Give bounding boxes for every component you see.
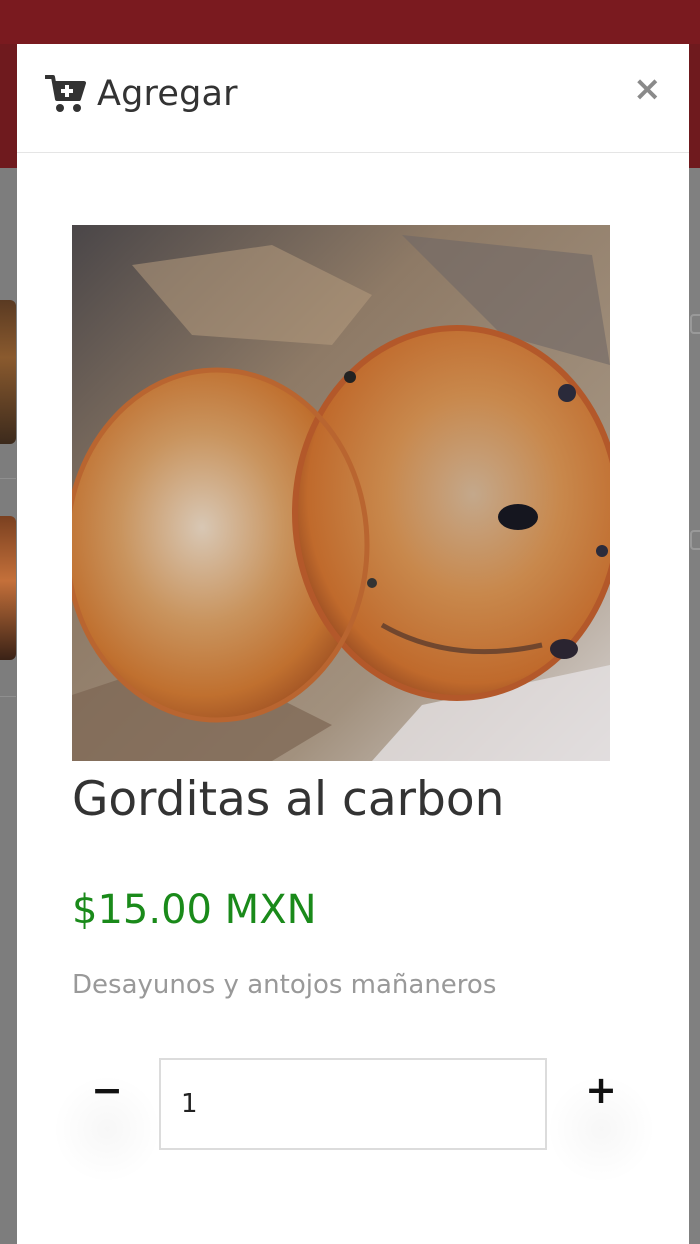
add-to-cart-modal: Agregar × Gorditas al carbon $15.00 MXN … [17,44,689,1244]
plus-icon: + [585,1068,617,1112]
quantity-input[interactable] [159,1058,547,1150]
background-topbar [0,0,700,44]
product-name: Gorditas al carbon [72,772,505,827]
background-divider [0,696,16,697]
product-price: $15.00 MXN [72,887,317,933]
background-divider [0,478,16,479]
background-list-edge [688,168,700,1244]
modal-header: Agregar × [17,44,689,153]
product-photo [72,225,610,761]
quantity-stepper: − + [17,1058,689,1184]
decrease-quantity-button[interactable]: − [52,1070,162,1184]
modal-title-text: Agregar [97,74,238,114]
close-button[interactable]: × [633,72,662,106]
product-category: Desayunos y antojos mañaneros [72,970,497,1000]
minus-icon: − [91,1068,123,1112]
modal-title: Agregar [45,74,238,114]
increase-quantity-button[interactable]: + [546,1070,656,1184]
background-thumbnail [0,516,16,660]
background-thumbnail [0,300,16,444]
cart-plus-icon [45,75,86,112]
